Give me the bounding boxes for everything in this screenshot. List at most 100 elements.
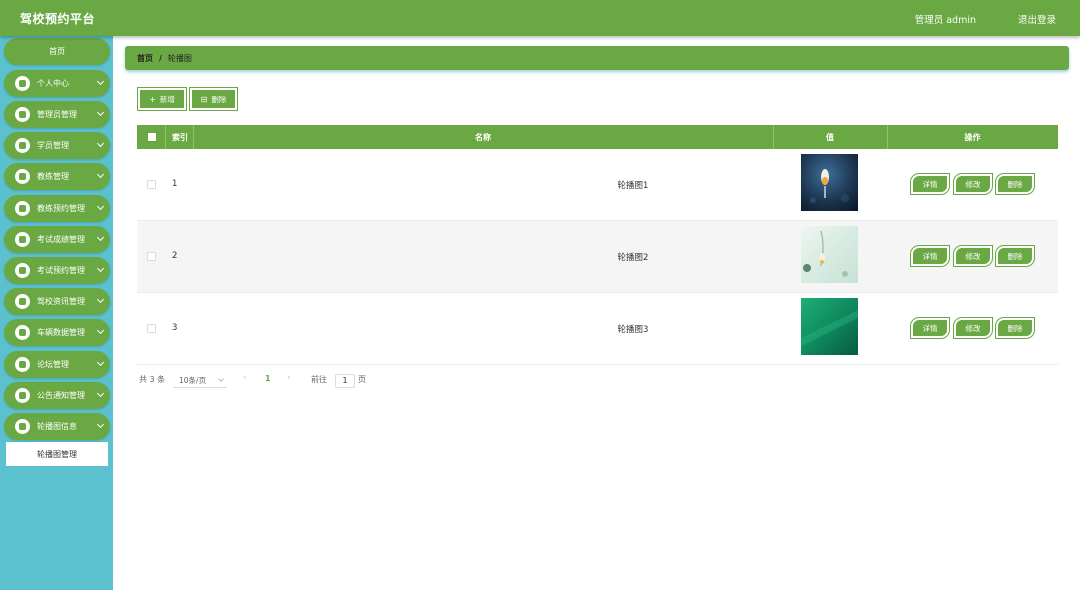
sidebar: 首页 个人中心 管理员管理 学员管理 教练管理 教练预约管理 考试成绩管理 考试… xyxy=(0,36,113,590)
chevron-down-icon xyxy=(96,202,105,211)
row-checkbox[interactable] xyxy=(147,324,156,333)
add-button[interactable]: + 新增 xyxy=(137,87,187,111)
chevron-down-icon xyxy=(96,358,105,367)
carousel-thumbnail-image xyxy=(801,154,858,211)
chevron-down-icon xyxy=(96,233,105,242)
sidebar-item-label: 论坛管理 xyxy=(37,360,69,369)
delete-button[interactable]: 删除 xyxy=(995,317,1035,339)
bell-icon xyxy=(15,388,30,403)
row-index: 3 xyxy=(172,323,178,333)
table-row: 1 轮播图1 详情 修改 删除 xyxy=(137,149,1058,221)
sidebar-item-exam-scores[interactable]: 考试成绩管理 xyxy=(4,226,110,253)
forum-icon xyxy=(15,357,30,372)
next-page-button[interactable]: › xyxy=(287,373,291,383)
breadcrumb-current: 轮播图 xyxy=(167,53,192,63)
chevron-down-icon xyxy=(96,139,105,148)
chevron-down-icon xyxy=(96,264,105,273)
column-header-index: 索引 xyxy=(172,132,188,142)
sidebar-item-carousel-info[interactable]: 轮播图信息 xyxy=(4,413,110,440)
edit-button[interactable]: 修改 xyxy=(953,317,993,339)
column-header-name: 名称 xyxy=(475,132,491,142)
detail-button[interactable]: 详情 xyxy=(910,173,950,195)
sidebar-item-label: 公告通知管理 xyxy=(37,391,85,400)
add-button-label: 新增 xyxy=(159,94,175,104)
user-icon xyxy=(15,76,30,91)
chevron-down-icon xyxy=(218,376,224,382)
chevron-down-icon xyxy=(96,420,105,429)
row-checkbox[interactable] xyxy=(147,180,156,189)
chevron-down-icon xyxy=(96,170,105,179)
row-name: 轮播图2 xyxy=(617,253,649,263)
row-name: 轮播图3 xyxy=(617,325,649,335)
row-index: 1 xyxy=(172,179,178,189)
calendar-icon xyxy=(15,201,30,216)
breadcrumb-separator: / xyxy=(159,53,162,63)
table-row: 3 轮播图3 详情 修改 删除 xyxy=(137,293,1058,365)
breadcrumb-home[interactable]: 首页 xyxy=(137,53,153,64)
prev-page-button[interactable]: ‹ xyxy=(243,373,247,383)
breadcrumb: 首页 / 轮播图 xyxy=(125,46,1069,70)
pagination-total: 共 3 条 xyxy=(139,375,166,384)
table-header: 索引 名称 值 操作 xyxy=(137,125,1058,149)
sidebar-item-label: 轮播图信息 xyxy=(37,422,77,431)
admin-icon xyxy=(15,107,30,122)
edit-button[interactable]: 修改 xyxy=(953,245,993,267)
chevron-down-icon xyxy=(96,108,105,117)
grid-icon xyxy=(15,232,30,247)
sidebar-item-label: 管理员管理 xyxy=(37,110,77,119)
sidebar-item-announcements[interactable]: 公告通知管理 xyxy=(4,382,110,409)
column-header-value: 值 xyxy=(826,132,834,142)
goto-label: 前往 xyxy=(311,375,327,384)
top-header: 驾校预约平台 管理员 admin 退出登录 xyxy=(0,0,1080,36)
sidebar-item-school-news[interactable]: 驾校资讯管理 xyxy=(4,288,110,315)
delete-button[interactable]: 删除 xyxy=(995,173,1035,195)
sidebar-item-label: 个人中心 xyxy=(37,79,69,88)
sidebar-item-vehicle-data[interactable]: 车辆数据管理 xyxy=(4,319,110,346)
column-header-actions: 操作 xyxy=(964,132,981,142)
select-all-checkbox[interactable] xyxy=(148,133,156,141)
sidebar-item-label: 首页 xyxy=(49,47,65,56)
image-icon xyxy=(15,419,30,434)
sidebar-item-home[interactable]: 首页 xyxy=(4,38,110,65)
logout-link[interactable]: 退出登录 xyxy=(1018,12,1056,26)
batch-delete-button[interactable]: ⊟ 删除 xyxy=(189,87,238,111)
sidebar-item-coach-booking[interactable]: 教练预约管理 xyxy=(4,195,110,222)
page-size-select[interactable]: 10条/页 xyxy=(173,374,227,388)
sidebar-item-exam-booking[interactable]: 考试预约管理 xyxy=(4,257,110,284)
sidebar-item-label: 驾校资讯管理 xyxy=(37,297,85,306)
sidebar-item-label: 学员管理 xyxy=(37,141,69,150)
sidebar-item-label: 考试预约管理 xyxy=(37,266,85,275)
page-number-current[interactable]: 1 xyxy=(265,374,271,383)
plus-icon: + xyxy=(149,94,156,104)
detail-button[interactable]: 详情 xyxy=(910,245,950,267)
chevron-down-icon xyxy=(96,326,105,335)
carousel-thumbnail-image xyxy=(801,298,858,355)
row-checkbox[interactable] xyxy=(147,252,156,261)
batch-delete-button-label: 删除 xyxy=(211,94,227,104)
sidebar-item-coach-management[interactable]: 教练管理 xyxy=(4,163,110,190)
row-index: 2 xyxy=(172,251,178,261)
sidebar-item-personal-center[interactable]: 个人中心 xyxy=(4,70,110,97)
sidebar-item-label: 考试成绩管理 xyxy=(37,235,85,244)
edit-button[interactable]: 修改 xyxy=(953,173,993,195)
delete-icon: ⊟ xyxy=(200,94,208,104)
chevron-down-icon xyxy=(96,77,105,86)
page-size-value: 10条/页 xyxy=(179,376,207,385)
sidebar-item-label: 车辆数据管理 xyxy=(37,328,85,337)
chevron-down-icon xyxy=(96,389,105,398)
app-title: 驾校预约平台 xyxy=(20,12,96,26)
detail-button[interactable]: 详情 xyxy=(910,317,950,339)
sidebar-item-forum[interactable]: 论坛管理 xyxy=(4,351,110,378)
grid-icon xyxy=(15,325,30,340)
sidebar-subitem-carousel-management[interactable]: 轮播图管理 xyxy=(6,442,108,466)
table-row: 2 轮播图2 详情 修改 删除 xyxy=(137,221,1058,293)
delete-button[interactable]: 删除 xyxy=(995,245,1035,267)
carousel-table: 索引 名称 值 操作 1 轮播图1 详情 修改 删除 2 轮播图2 详情 修改 … xyxy=(137,125,1058,365)
goto-page-input[interactable]: 1 xyxy=(335,374,355,388)
sidebar-item-label: 教练预约管理 xyxy=(37,204,85,213)
current-user: 管理员 admin xyxy=(914,15,976,26)
sidebar-item-admin-management[interactable]: 管理员管理 xyxy=(4,101,110,128)
list-icon xyxy=(15,294,30,309)
page-suffix-label: 页 xyxy=(358,375,366,384)
sidebar-item-student-management[interactable]: 学员管理 xyxy=(4,132,110,159)
